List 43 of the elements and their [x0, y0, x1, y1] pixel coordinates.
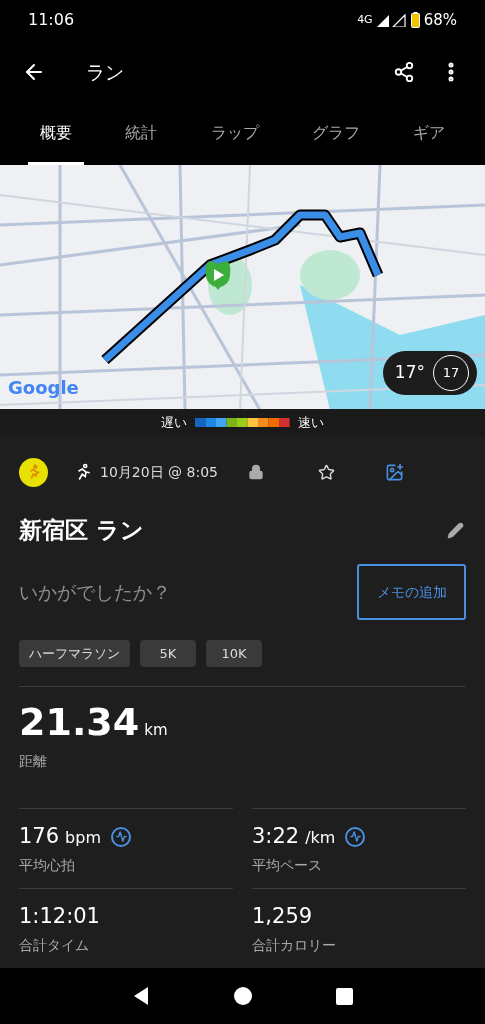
stat-label: 平均ペース: [252, 855, 323, 875]
clock-text: 11:06: [28, 8, 75, 31]
stat-label: 合計カロリー: [252, 935, 337, 955]
network-text: 4G: [357, 11, 373, 28]
stat-label: 平均心拍: [19, 855, 76, 875]
home-nav-icon[interactable]: [233, 986, 253, 1007]
battery-icon: [410, 11, 420, 28]
tag-chip[interactable]: 10K: [206, 640, 262, 668]
add-note-button[interactable]: メモの追加: [357, 564, 466, 621]
tag-chip[interactable]: ハーフマラソン: [19, 640, 130, 668]
tab[interactable]: ギア: [401, 104, 457, 165]
activity-date: 10月20日 @ 8:05: [100, 462, 218, 482]
legend-slow-label: 遅い: [161, 413, 187, 432]
stat-value: 1,259: [252, 903, 313, 931]
pulse-icon[interactable]: [111, 826, 131, 847]
stat-label: 合計タイム: [19, 935, 90, 955]
distance-value: 21.34: [19, 703, 140, 742]
pulse-icon[interactable]: [345, 826, 366, 847]
note-field[interactable]: いかがでしたか？: [19, 577, 239, 607]
battery-text: 68%: [423, 9, 457, 31]
star-icon[interactable]: [317, 463, 335, 481]
signal-icon: [376, 12, 407, 27]
edit-icon[interactable]: [447, 521, 464, 539]
screen-title: ラン: [86, 60, 125, 86]
stat-value: 176: [19, 823, 60, 851]
stat-unit: /km: [305, 827, 336, 850]
activity-title: 新宿区 ラン: [19, 515, 144, 545]
distance-unit: km: [144, 719, 168, 741]
tag-chip[interactable]: 5K: [140, 640, 196, 668]
recents-nav-icon[interactable]: [336, 987, 354, 1005]
add-photo-icon[interactable]: [384, 462, 404, 482]
legend-fast-label: 速い: [298, 413, 324, 432]
stat-value: 1:12:01: [19, 903, 100, 931]
map-attribution: Google: [8, 376, 79, 401]
tab[interactable]: ラップ: [198, 104, 271, 165]
tab[interactable]: 統計: [113, 104, 170, 165]
lock-icon[interactable]: [247, 464, 264, 481]
distance-label: 距離: [19, 752, 48, 772]
share-icon[interactable]: [393, 61, 415, 84]
stat-value: 3:22: [252, 823, 300, 851]
stat-unit: bpm: [65, 827, 101, 850]
temperature-text: 17°: [394, 361, 425, 385]
tab[interactable]: グラフ: [299, 104, 372, 165]
